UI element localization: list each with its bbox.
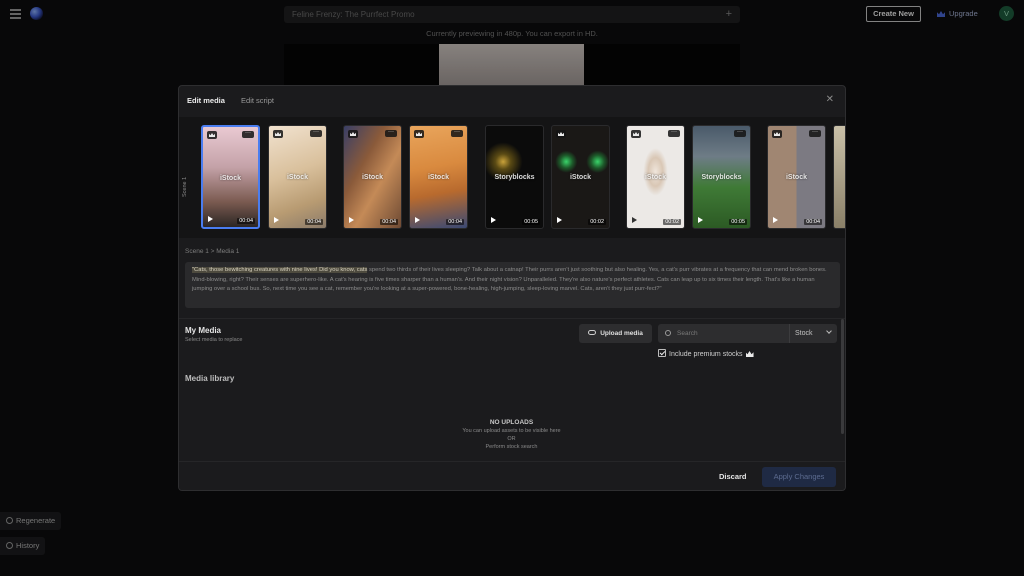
thumbnail-duration: 00:05 (729, 219, 747, 225)
premium-crown-icon (414, 130, 424, 138)
premium-crown-icon (631, 130, 641, 138)
media-library-title: Media library (185, 374, 235, 383)
premium-stocks-checkbox[interactable]: Include premium stocks (658, 349, 754, 358)
thumbnail-duration: 00:04 (380, 219, 398, 225)
media-thumbnail[interactable]: iStock 00:02 (551, 125, 610, 229)
modal-footer: Discard Apply Changes (179, 461, 845, 490)
premium-crown-icon (556, 130, 566, 138)
breadcrumb: Scene 1 > Media 1 (185, 248, 240, 255)
thumbnail-source: iStock (286, 174, 308, 181)
crown-icon (745, 351, 754, 357)
premium-crown-icon (273, 130, 283, 138)
media-thumbnail[interactable]: ··· iStock 00:02 (626, 125, 685, 229)
premium-crown-icon (772, 130, 782, 138)
script-highlighted-text: "Cats, those bewitching creatures with n… (192, 267, 368, 273)
more-options-icon[interactable]: ··· (451, 129, 463, 137)
thumbnail-duration: 00:04 (804, 219, 822, 225)
thumbnail-source: Storyblocks (494, 174, 535, 181)
more-options-icon[interactable]: ··· (734, 129, 746, 137)
chevron-down-icon (826, 328, 832, 334)
premium-crown-icon (207, 131, 217, 139)
play-icon[interactable] (415, 217, 420, 223)
media-thumbnail[interactable]: ··· Storyblocks 00:05 (692, 125, 751, 229)
empty-line1: You can upload assets to be visible here (462, 428, 561, 434)
more-options-icon[interactable]: ··· (385, 129, 397, 137)
more-options-icon[interactable]: ··· (668, 129, 680, 137)
thumbnail-source: Storyblocks (701, 174, 742, 181)
play-icon[interactable] (274, 217, 279, 223)
premium-crown-icon (348, 130, 358, 138)
thumbnail-duration: 00:04 (237, 218, 255, 224)
upload-media-label: Upload media (600, 330, 643, 337)
script-text-box[interactable]: "Cats, those bewitching creatures with n… (185, 262, 840, 308)
discard-button[interactable]: Discard (719, 472, 747, 481)
media-thumbnail[interactable]: ··· iStock 00:04 (767, 125, 826, 229)
empty-state: NO UPLOADS You can upload assets to be v… (409, 419, 614, 450)
media-thumbnail[interactable]: Storyblocks 00:05 (485, 125, 544, 229)
thumbnail-source: iStock (427, 174, 449, 181)
apply-changes-button[interactable]: Apply Changes (762, 467, 836, 487)
empty-or: OR (507, 436, 516, 442)
source-select-value: Stock (795, 330, 813, 337)
play-icon[interactable] (557, 217, 562, 223)
media-thumbnail[interactable]: ··· iStock 00:04 (409, 125, 468, 229)
my-media-title: My Media (185, 326, 222, 335)
thumbnail-duration: 00:04 (305, 219, 323, 225)
upload-media-button[interactable]: Upload media (579, 324, 652, 343)
thumbnail-duration: 00:05 (522, 219, 540, 225)
play-icon[interactable] (491, 217, 496, 223)
media-thumbnail[interactable] (833, 125, 845, 229)
tab-edit-media[interactable]: Edit media (187, 96, 225, 105)
more-options-icon[interactable]: ··· (809, 129, 821, 137)
empty-title: NO UPLOADS (489, 419, 534, 426)
thumbnail-source: iStock (785, 174, 807, 181)
more-options-icon[interactable]: ··· (310, 129, 322, 137)
thumbnail-source: iStock (644, 174, 666, 181)
cloud-upload-icon (588, 330, 597, 335)
my-media-subtitle: Select media to replace (185, 337, 243, 343)
premium-label: Include premium stocks (669, 351, 743, 358)
edit-media-modal: Edit media Edit script ✕ Scene 1 ··· iSt… (178, 85, 846, 491)
thumbnail-duration: 00:02 (663, 219, 681, 225)
thumbnail-duration: 00:04 (446, 219, 464, 225)
play-icon[interactable] (773, 217, 778, 223)
section-divider (179, 318, 845, 319)
scrollbar[interactable] (841, 319, 844, 434)
play-icon[interactable] (632, 217, 637, 223)
play-icon[interactable] (208, 216, 213, 222)
thumbnail-source: iStock (219, 175, 241, 182)
source-select[interactable]: Stock (789, 324, 837, 343)
checkbox-checked-icon[interactable] (658, 349, 666, 357)
search-icon (665, 330, 671, 336)
search-placeholder: Search (677, 330, 698, 337)
empty-line2: Perform stock search (485, 444, 538, 450)
more-options-icon[interactable]: ··· (242, 130, 254, 138)
scene-label: Scene 1 (182, 176, 188, 197)
thumbnail-source: iStock (361, 174, 383, 181)
play-icon[interactable] (698, 217, 703, 223)
media-thumbnail[interactable]: ··· iStock 00:04 (268, 125, 327, 229)
media-thumbnail[interactable]: ··· iStock 00:04 (201, 125, 260, 229)
play-icon[interactable] (349, 217, 354, 223)
modal-tabs: Edit media Edit script (187, 96, 288, 105)
tab-edit-script[interactable]: Edit script (241, 96, 274, 105)
media-thumbnail[interactable]: ··· iStock 00:04 (343, 125, 402, 229)
media-strip[interactable]: Scene 1 ··· iStock 00:04 ··· iStock 00:0… (179, 117, 845, 238)
thumbnail-duration: 00:02 (588, 219, 606, 225)
close-icon[interactable]: ✕ (826, 94, 834, 105)
search-input[interactable]: Search (658, 324, 790, 343)
thumbnail-source: iStock (569, 174, 591, 181)
